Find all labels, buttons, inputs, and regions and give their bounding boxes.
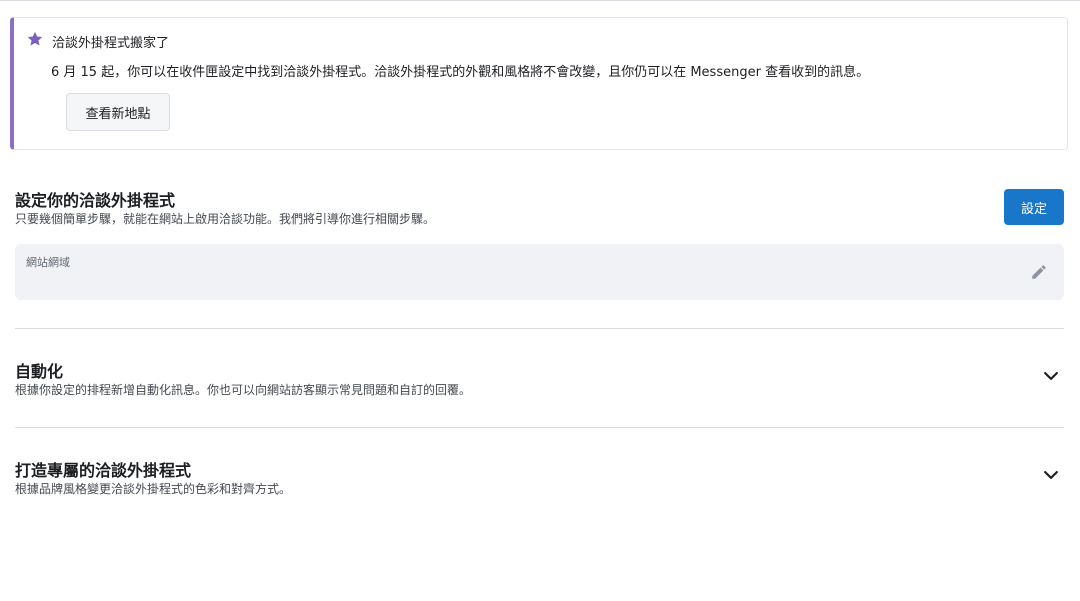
chevron-down-icon[interactable] [1041, 465, 1061, 485]
chevron-down-icon[interactable] [1041, 366, 1061, 386]
setup-button[interactable]: 設定 [1004, 189, 1064, 225]
top-divider [0, 0, 1080, 1]
website-domain-label: 網站網域 [26, 256, 70, 269]
plugin-moved-notice: 洽談外掛程式搬家了 6 月 15 起，你可以在收件匣設定中找到洽談外掛程式。洽談… [10, 17, 1068, 150]
automation-description: 根據你設定的排程新增自動化訊息。你也可以向網站訪客顯示常見問題和自訂的回覆。 [15, 383, 472, 397]
customize-description: 根據品牌風格變更洽談外掛程式的色彩和對齊方式。 [15, 482, 292, 496]
customize-title: 打造專屬的洽談外掛程式 [15, 461, 192, 480]
section-divider [15, 427, 1064, 428]
notice-title: 洽談外掛程式搬家了 [52, 36, 170, 51]
setup-description: 只要幾個簡單步驟，就能在網站上啟用洽談功能。我們將引導你進行相關步驟。 [15, 212, 436, 226]
notice-body: 6 月 15 起，你可以在收件匣設定中找到洽談外掛程式。洽談外掛程式的外觀和風格… [51, 65, 870, 80]
star-icon [27, 31, 43, 46]
pencil-icon[interactable] [1030, 263, 1048, 281]
automation-title: 自動化 [15, 362, 64, 381]
website-domain-field[interactable]: 網站網域 [15, 244, 1064, 300]
section-divider [15, 328, 1064, 329]
view-new-location-button[interactable]: 查看新地點 [66, 93, 170, 131]
setup-title: 設定你的洽談外掛程式 [15, 191, 176, 210]
website-domain-input[interactable] [26, 272, 1010, 294]
